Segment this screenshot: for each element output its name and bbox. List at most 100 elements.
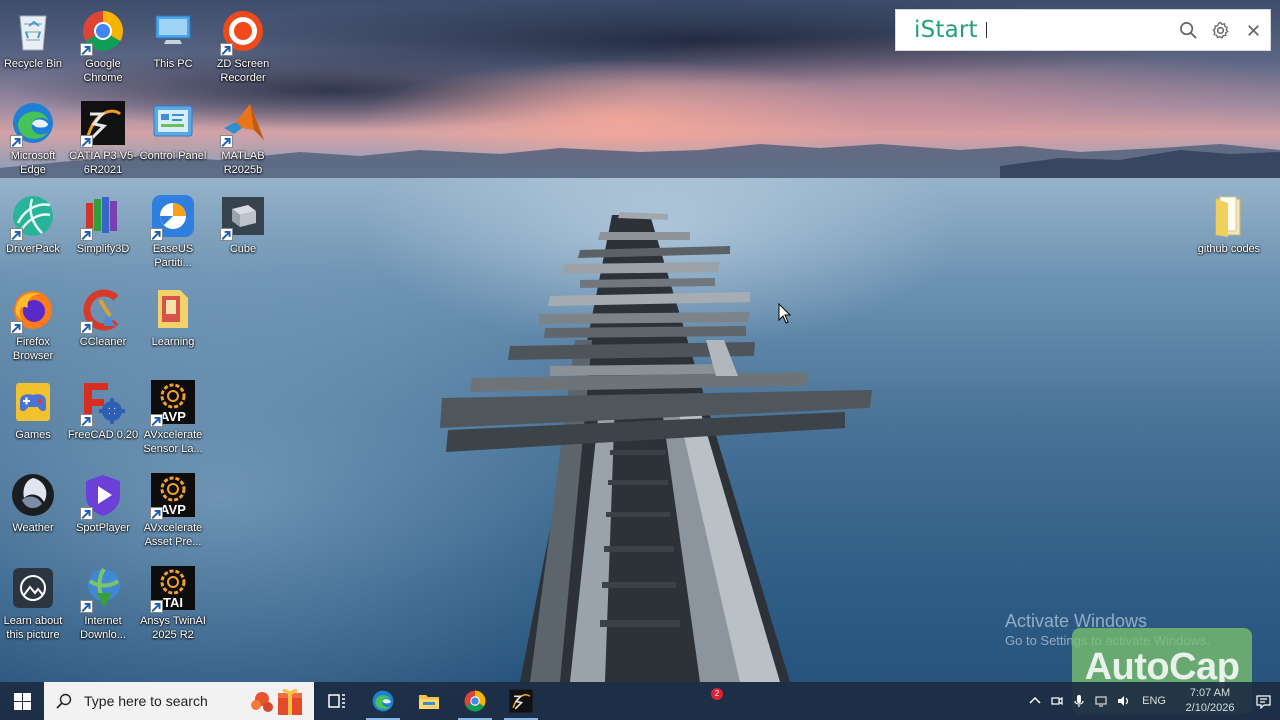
desktop-icon-label: AVxcelerate Sensor La...: [143, 429, 203, 455]
desktop-icon-label: AVxcelerate Asset Pre...: [143, 522, 203, 548]
istart-close-button[interactable]: [1237, 10, 1270, 50]
desktop-icon-recycle-bin[interactable]: Recycle Bin: [0, 6, 68, 96]
desktop-icon-simplify3d[interactable]: Simplify3D: [68, 191, 138, 281]
taskbar-search-placeholder: Type here to search: [84, 693, 208, 709]
desktop-icon-games[interactable]: Games: [0, 377, 68, 467]
shortcut-arrow-icon: [80, 507, 93, 520]
desktop-icon-driverpack[interactable]: DriverPack: [0, 191, 68, 281]
desktop-icon-this-pc[interactable]: This PC: [138, 6, 208, 96]
desktop-icon-avx-asset[interactable]: AVP AVxcelerate Asset Pre...: [138, 470, 208, 560]
desktop-icon-learning[interactable]: Learning: [138, 284, 208, 374]
notification-icon: [1255, 694, 1271, 709]
desktop-icon-google-chrome[interactable]: Google Chrome: [68, 6, 138, 96]
istart-settings-button[interactable]: [1204, 10, 1237, 50]
desktop-icon-ccleaner[interactable]: CCleaner: [68, 284, 138, 374]
istart-search-box: iStart: [895, 9, 1271, 51]
windows-logo-icon: [13, 692, 31, 710]
learning-folder-icon: [158, 290, 188, 328]
camera-icon: [1051, 696, 1063, 706]
mouse-cursor-icon: [778, 303, 792, 324]
input-language[interactable]: ENG: [1142, 695, 1166, 707]
chevron-up-icon: [1029, 696, 1041, 704]
shortcut-arrow-icon: [80, 600, 93, 613]
desktop-icon-label: This PC: [153, 58, 193, 70]
desktop-icon-label: CATIA P3 V5-6R2021: [69, 150, 137, 176]
desktop-icon-firefox[interactable]: Firefox Browser: [0, 284, 68, 374]
desktop-icon-label: Simplify3D: [76, 243, 130, 255]
desktop-icon-control-panel[interactable]: Control Panel: [138, 98, 208, 188]
notification-count-badge[interactable]: 2: [711, 688, 723, 700]
folder-icon: [1215, 196, 1241, 237]
desktop-icon-microsoft-edge[interactable]: Microsoft Edge: [0, 98, 68, 188]
desktop-icon-catia[interactable]: CATIA P3 V5-6R2021: [68, 98, 138, 188]
svg-text:AVP: AVP: [160, 409, 186, 424]
network-icon: [1095, 696, 1107, 707]
search-icon: [56, 693, 72, 709]
desktop-icon-internet-download[interactable]: Internet Downlo...: [68, 563, 138, 653]
desktop-icon-label: Cube: [229, 243, 257, 255]
start-button[interactable]: [0, 682, 44, 720]
clock-time: 7:07 AM: [1189, 687, 1231, 699]
desktop-icon-easeus[interactable]: EaseUS Partiti...: [138, 191, 208, 281]
shortcut-arrow-icon: [150, 228, 163, 241]
tray-meet-now[interactable]: [1046, 682, 1068, 720]
istart-search-button[interactable]: [1172, 10, 1205, 50]
catia-icon: [509, 689, 533, 713]
taskbar: Type here to search 2 ENG 7:07 AM 2/10/2…: [0, 682, 1280, 720]
learn-picture-icon: [13, 568, 53, 608]
desktop-icon-label: Recycle Bin: [3, 58, 63, 70]
shortcut-arrow-icon: [10, 135, 23, 148]
chrome-icon: [464, 690, 486, 712]
clock-date: 2/10/2026: [1185, 702, 1235, 714]
desktop-icon-label: github codes: [1197, 243, 1261, 255]
taskbar-clock[interactable]: 7:07 AM 2/10/2026: [1174, 686, 1246, 716]
microphone-icon: [1074, 695, 1084, 707]
desktop-icon-weather[interactable]: Weather: [0, 470, 68, 560]
desktop-icon-github-codes[interactable]: github codes: [1194, 191, 1264, 281]
tray-network[interactable]: [1090, 682, 1112, 720]
taskbar-app-chrome[interactable]: [452, 682, 498, 720]
shortcut-arrow-icon: [80, 228, 93, 241]
desktop-icon-label: Learn about this picture: [3, 615, 63, 641]
taskbar-app-catia[interactable]: [498, 682, 544, 720]
volume-icon: [1118, 696, 1129, 706]
desktop-icon-avx-sensor[interactable]: AVP AVxcelerate Sensor La...: [138, 377, 208, 467]
weather-icon: [12, 474, 54, 516]
istart-search-input[interactable]: [990, 15, 1172, 45]
desktop-icon-label: MATLAB R2025b: [221, 150, 265, 176]
task-view-icon: [328, 694, 345, 708]
taskbar-app-edge[interactable]: [360, 682, 406, 720]
tray-volume[interactable]: [1112, 682, 1134, 720]
desktop-icon-matlab[interactable]: MATLAB R2025b: [208, 98, 278, 188]
shortcut-arrow-icon: [150, 507, 163, 520]
this-pc-icon: [155, 15, 191, 44]
gear-icon: [1212, 21, 1230, 39]
system-tray: ENG 7:07 AM 2/10/2026: [1024, 682, 1280, 720]
desktop-icon-label: Control Panel: [139, 150, 207, 162]
desktop-icon-label: Learning: [151, 336, 195, 348]
desktop-icon-label: Ansys TwinAI 2025 R2: [140, 615, 206, 641]
desktop-icon-spotplayer[interactable]: SpotPlayer: [68, 470, 138, 560]
tray-microphone[interactable]: [1068, 682, 1090, 720]
close-icon: [1248, 24, 1259, 36]
desktop-icon-ansys-twinai[interactable]: TAI Ansys TwinAI 2025 R2: [138, 563, 208, 653]
desktop-icon-learn-about-picture[interactable]: Learn about this picture: [0, 563, 68, 653]
desktop-icon-label: Internet Downlo...: [80, 615, 126, 641]
shortcut-arrow-icon: [150, 414, 163, 427]
taskbar-spacer: 2: [544, 682, 1024, 720]
shortcut-arrow-icon: [80, 43, 93, 56]
desktop-icon-freecad[interactable]: FreeCAD 0.20: [68, 377, 138, 467]
search-highlight-gift-icon[interactable]: [248, 685, 306, 717]
games-icon: [16, 383, 50, 421]
taskbar-app-file-explorer[interactable]: [406, 682, 452, 720]
task-view-button[interactable]: [314, 682, 360, 720]
shortcut-arrow-icon: [220, 228, 233, 241]
desktop-icon-zd-screen-recorder[interactable]: ZD Screen Recorder: [208, 6, 278, 96]
shortcut-arrow-icon: [10, 228, 23, 241]
shortcut-arrow-icon: [80, 135, 93, 148]
show-hidden-icons-button[interactable]: [1024, 682, 1046, 720]
taskbar-search-box[interactable]: Type here to search: [44, 682, 314, 720]
desktop-icon-cube[interactable]: Cube: [208, 191, 278, 281]
action-center-button[interactable]: [1246, 682, 1280, 720]
shortcut-arrow-icon: [10, 321, 23, 334]
